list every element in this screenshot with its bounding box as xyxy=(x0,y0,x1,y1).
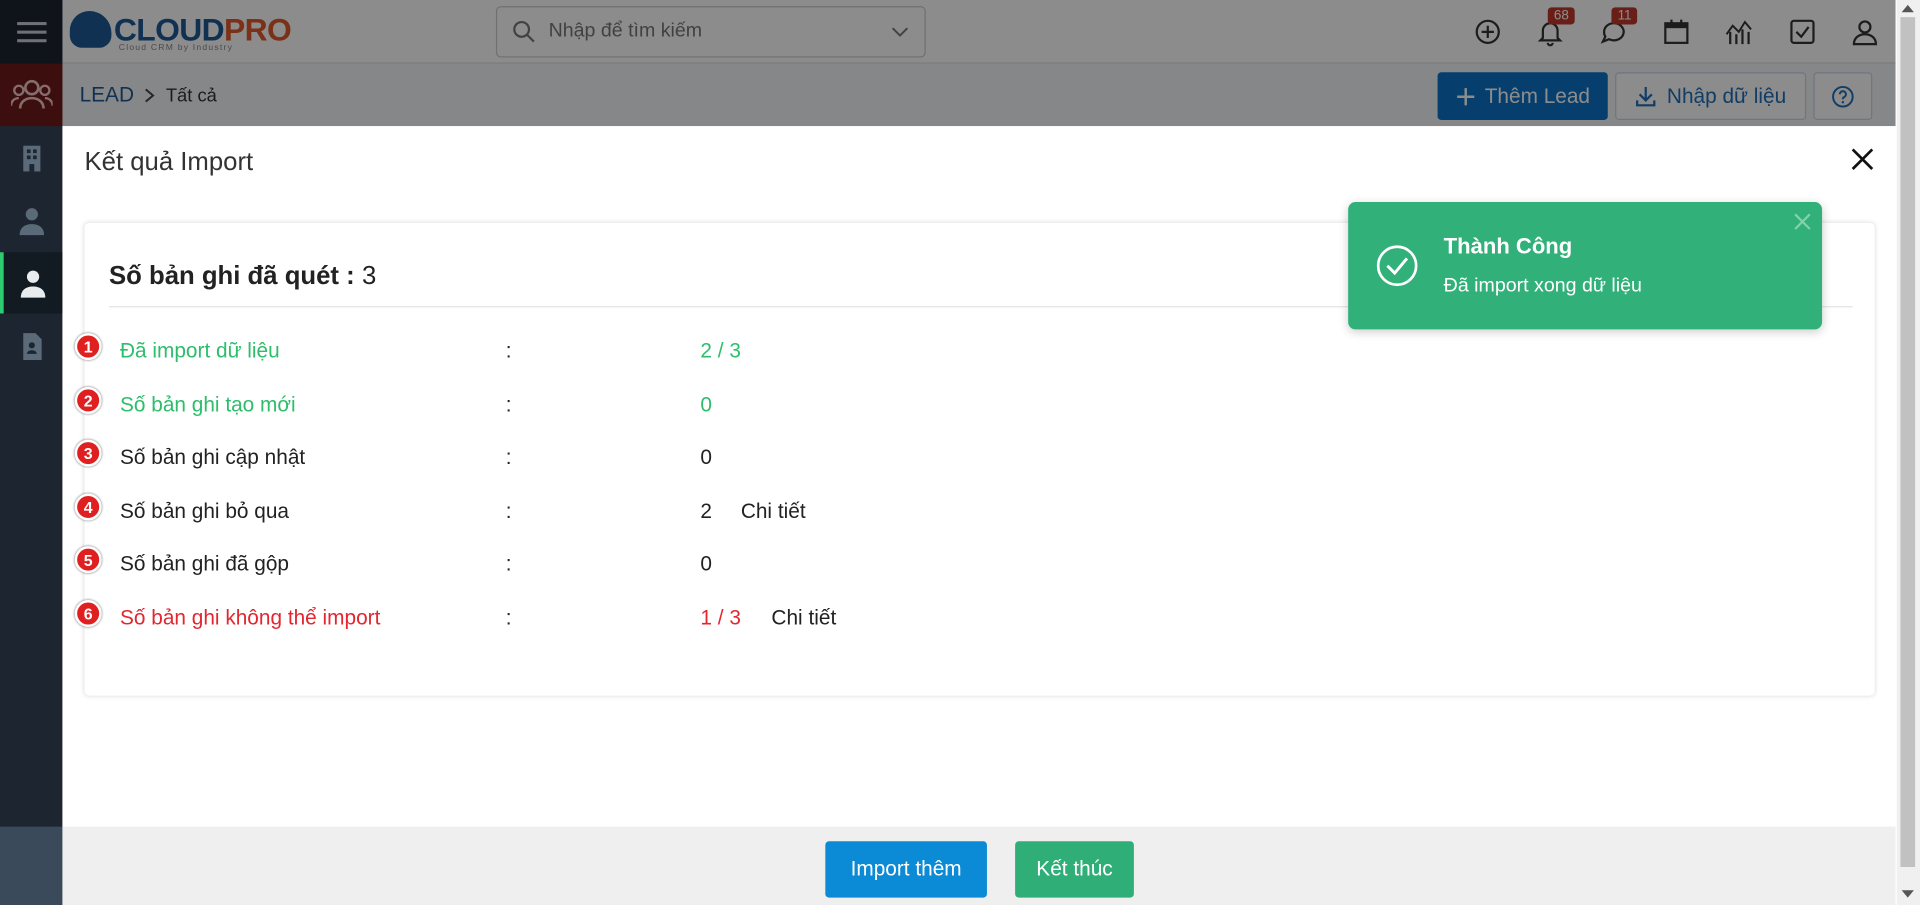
modal-footer: Import thêm Kết thúc xyxy=(62,826,1896,905)
row-value: 0 xyxy=(700,445,713,470)
row-value: 1 / 3 xyxy=(700,606,741,630)
scroll-up-arrow[interactable] xyxy=(1901,4,1914,13)
scroll-down-arrow[interactable] xyxy=(1901,890,1914,898)
scanned-value: 3 xyxy=(362,262,377,291)
sidebar-item-documents[interactable] xyxy=(0,316,62,377)
row-colon: : xyxy=(505,606,512,630)
sidebar xyxy=(0,0,63,905)
row-value: 0 xyxy=(700,393,713,417)
row-colon: : xyxy=(505,499,512,523)
building-icon xyxy=(22,145,40,172)
check-circle-icon xyxy=(1376,245,1418,287)
step-marker: 6 xyxy=(74,600,102,627)
row-value: 2 xyxy=(700,499,713,523)
sidebar-item-organizations[interactable] xyxy=(0,127,62,188)
person-icon xyxy=(20,270,46,298)
row-value: 0 xyxy=(700,552,713,576)
person-tie-icon xyxy=(18,208,44,236)
row-label: Số bản ghi đã gộp xyxy=(120,552,290,576)
toast-close-icon[interactable] xyxy=(1793,212,1813,232)
success-toast: Thành Công Đã import xong dữ liệu xyxy=(1348,202,1823,330)
sidebar-footer xyxy=(0,826,63,905)
close-icon[interactable] xyxy=(1849,146,1876,173)
modal-title: Kết quả Import xyxy=(84,148,254,177)
import-more-button[interactable]: Import thêm xyxy=(825,841,987,898)
row-colon: : xyxy=(505,393,512,417)
row-colon: : xyxy=(505,445,512,470)
failed-details-link[interactable]: Chi tiết xyxy=(771,606,836,630)
toast-message: Đã import xong dữ liệu xyxy=(1443,275,1642,297)
result-row-skipped: 4 Số bản ghi bỏ qua : 2 Chi tiết xyxy=(74,493,1874,537)
result-row-merged: 5 Số bản ghi đã gộp : 0 xyxy=(74,546,1874,589)
result-row-failed: 6 Số bản ghi không thể import : 1 / 3 Ch… xyxy=(74,600,1874,643)
row-value: 2 / 3 xyxy=(700,339,741,363)
result-row-created: 2 Số bản ghi tạo mới : 0 xyxy=(74,386,1874,430)
row-colon: : xyxy=(505,339,512,363)
scanned-count-heading: Số bản ghi đã quét :3 xyxy=(109,262,376,291)
row-label: Số bản ghi cập nhật xyxy=(120,445,306,470)
step-marker: 3 xyxy=(74,439,102,467)
row-label: Số bản ghi bỏ qua xyxy=(120,499,290,523)
finish-button[interactable]: Kết thúc xyxy=(1015,841,1134,898)
step-marker: 5 xyxy=(74,546,102,574)
step-marker: 4 xyxy=(74,493,102,521)
step-marker: 1 xyxy=(74,333,102,361)
result-row-imported: 1 Đã import dữ liệu : 2 / 3 xyxy=(74,333,1874,376)
result-row-updated: 3 Số bản ghi cập nhật : 0 xyxy=(74,439,1874,483)
scroll-thumb[interactable] xyxy=(1900,17,1916,868)
row-colon: : xyxy=(505,552,512,576)
row-label: Đã import dữ liệu xyxy=(120,339,280,363)
row-label: Số bản ghi tạo mới xyxy=(120,393,296,417)
scanned-label: Số bản ghi đã quét : xyxy=(108,262,355,291)
app-root: CLOUDPRO Cloud CRM by Industry Nhập để t… xyxy=(0,0,1920,905)
row-label: Số bản ghi không thể import xyxy=(120,606,381,630)
step-marker: 2 xyxy=(74,386,102,414)
modal-backdrop[interactable] xyxy=(0,0,1896,127)
toast-title: Thành Công xyxy=(1443,233,1573,259)
sidebar-item-leads[interactable] xyxy=(0,252,63,314)
sidebar-item-contacts[interactable] xyxy=(0,190,62,251)
skipped-details-link[interactable]: Chi tiết xyxy=(741,500,806,524)
page-scrollbar[interactable] xyxy=(1896,0,1920,905)
contact-file-icon xyxy=(22,333,42,361)
